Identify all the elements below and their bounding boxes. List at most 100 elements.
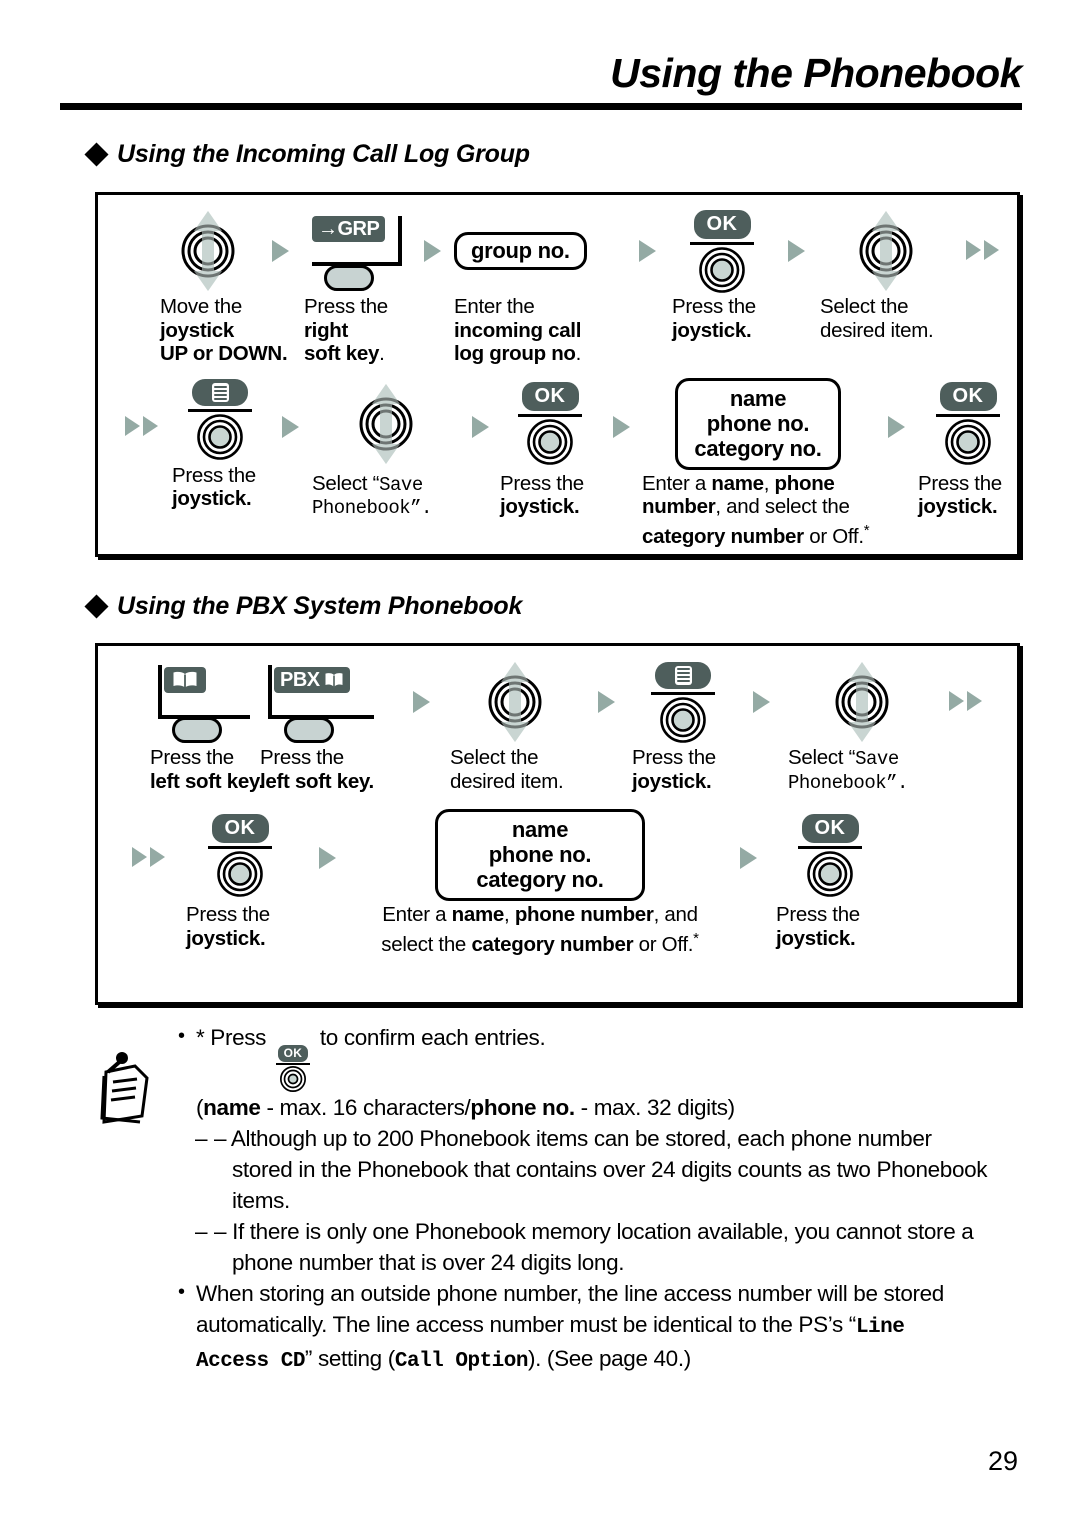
step-art: group no. (454, 207, 622, 295)
step-caption-line: Press the (172, 463, 256, 487)
step-caption-line: right (304, 318, 349, 342)
flow-step-move-joystick[interactable]: Move the joystick UP or DOWN. (160, 207, 288, 366)
note-text: * Press OK to confirm each entries. (nam… (178, 1021, 1052, 1377)
flow-step-press-joystick[interactable]: OK Press the joystick. (776, 807, 884, 950)
flow-step-press-left-soft-key-phonebook[interactable]: Press the left soft key. (150, 658, 264, 793)
section-title: Using the PBX System Phonebook (117, 592, 523, 620)
step-art: OK (672, 207, 772, 295)
flow-arrow (874, 376, 918, 438)
section-heading-pbx-system-phonebook: Using the PBX System Phonebook (84, 592, 523, 621)
flow-step-press-left-soft-key-pbx[interactable]: PBX Press the left soft key. (260, 658, 392, 793)
menu-joystick-press-icon (188, 379, 252, 460)
flow-arrow (268, 376, 312, 438)
step-art: PBX (260, 658, 392, 746)
joystick-updown-icon (359, 383, 413, 464)
step-caption-line: desired item. (820, 318, 934, 342)
ok-key-label: OK (801, 813, 859, 843)
step-caption-line: Enter a name, phone (642, 471, 835, 495)
data-entry-line: name (729, 385, 787, 411)
flow-step-press-joystick[interactable]: OK Press the joystick. (500, 376, 600, 519)
flow-step-press-joystick[interactable]: Press the joystick. (172, 376, 268, 511)
flow-row: Press the joystick. Select “Save Phonebo… (98, 366, 1017, 548)
step-caption-line: Press the (260, 746, 344, 769)
step-caption-line: joystick. (776, 926, 856, 950)
flow-arrow (460, 376, 500, 438)
flow-step-enter-name-phone-category[interactable]: name phone no. category no. Enter a name… (642, 376, 874, 548)
step-caption-line: Press the (776, 903, 860, 926)
flow-row: Move the joystick UP or DOWN. →GRP Press… (98, 195, 1017, 366)
note-line: Access CD” setting (Call Option). (See p… (196, 1346, 691, 1373)
note-line: stored in the Phonebook that contains ov… (232, 1157, 988, 1182)
step-art (172, 376, 268, 464)
step-caption-line: incoming call (454, 318, 582, 342)
joystick-press-icon (660, 696, 706, 743)
flow-arrow (392, 658, 450, 713)
step-caption-line: Move the (160, 295, 242, 318)
step-caption-line: Press the (672, 295, 756, 318)
step-caption-line: Select “Save (312, 471, 423, 496)
step-caption-line: joystick. (500, 495, 580, 518)
flow-step-press-joystick[interactable]: OK Press the joystick. (918, 376, 1018, 519)
notepad-icon (100, 1052, 149, 1124)
diamond-bullet-icon (84, 594, 109, 619)
flow-diagram-pbx-system-phonebook: Press the left soft key. PBX Press the l… (95, 643, 1020, 1005)
flow-step-select-desired-item[interactable]: Select the desired item. (450, 658, 580, 793)
step-caption-line: Phonebook”. (788, 771, 908, 794)
flow-arrow-continue (110, 415, 172, 436)
step-caption-line: joystick (160, 318, 234, 342)
step-caption-line: Press the (500, 471, 584, 495)
flow-step-press-joystick[interactable]: OK Press the joystick. (186, 807, 294, 950)
flow-row: OK Press the joystick. name phone no. ca… (98, 795, 1017, 956)
flow-step-enter-group-no[interactable]: group no. Enter the incoming call log gr… (454, 207, 622, 366)
joystick-press-icon (807, 850, 853, 897)
menu-key-icon (192, 379, 248, 406)
flow-step-enter-name-phone-category[interactable]: name phone no. category no. Enter a name… (360, 807, 720, 956)
flow-step-select-save-phonebook[interactable]: Select “Save Phonebook”. (312, 376, 460, 521)
ok-key-label: OK (693, 209, 751, 239)
flow-arrow (256, 207, 304, 262)
flow-step-press-joystick[interactable]: Press the joystick. (632, 658, 734, 793)
flow-step-press-right-soft-key[interactable]: →GRP Press the right soft key. (304, 207, 410, 366)
note-line: – Although up to 200 Phonebook items can… (178, 1123, 1052, 1154)
flow-arrow-continue (936, 691, 994, 711)
flow-step-select-save-phonebook[interactable]: Select “Save Phonebook”. (788, 658, 936, 795)
step-art: name phone no. category no. (642, 376, 874, 472)
note-line: When storing an outside phone number, th… (178, 1277, 1052, 1309)
step-caption-line: desired item. (450, 769, 564, 793)
step-art: OK (186, 807, 294, 903)
joystick-press-icon (945, 419, 991, 465)
step-caption-line: Press the (186, 903, 270, 926)
flow-step-press-joystick[interactable]: OK Press the joystick. (672, 207, 772, 342)
page-header: Using the Phonebook (60, 51, 1023, 111)
diamond-bullet-icon (84, 142, 109, 167)
step-caption-line: left soft key. (260, 769, 374, 793)
joystick-press-icon (527, 419, 573, 465)
step-caption-line: Select the (450, 746, 539, 769)
step-art: OK (500, 376, 600, 472)
ok-key-label: OK (211, 813, 269, 843)
flow-arrow (734, 658, 788, 713)
flow-arrow (622, 207, 672, 262)
flow-arrow (294, 807, 360, 869)
step-art (632, 658, 734, 746)
step-caption-line: joystick. (918, 495, 998, 518)
flow-step-select-desired-item[interactable]: Select the desired item. (820, 207, 952, 342)
step-caption-line: Press the (918, 471, 1002, 495)
data-entry-line: phone no. (488, 842, 592, 867)
step-art: name phone no. category no. (360, 807, 720, 903)
step-art: OK (776, 807, 884, 903)
flow-row: Press the left soft key. PBX Press the l… (98, 646, 1017, 795)
step-art (820, 207, 952, 295)
ok-key-label: OK (939, 382, 997, 411)
step-caption-line: joystick. (186, 926, 266, 950)
page-number: 29 (987, 1446, 1018, 1476)
menu-key-icon (655, 661, 711, 689)
ok-joystick-press-icon: OK (208, 813, 272, 897)
ok-joystick-press-icon: OK (798, 813, 862, 897)
data-entry-line: category no. (694, 435, 822, 461)
step-caption-line: select the category number or Off.* (381, 929, 699, 956)
step-caption-line: Select the (820, 295, 909, 318)
step-caption-line: Press the (150, 746, 234, 769)
joystick-updown-icon (859, 211, 913, 291)
ok-joystick-press-icon: OK (518, 382, 582, 465)
